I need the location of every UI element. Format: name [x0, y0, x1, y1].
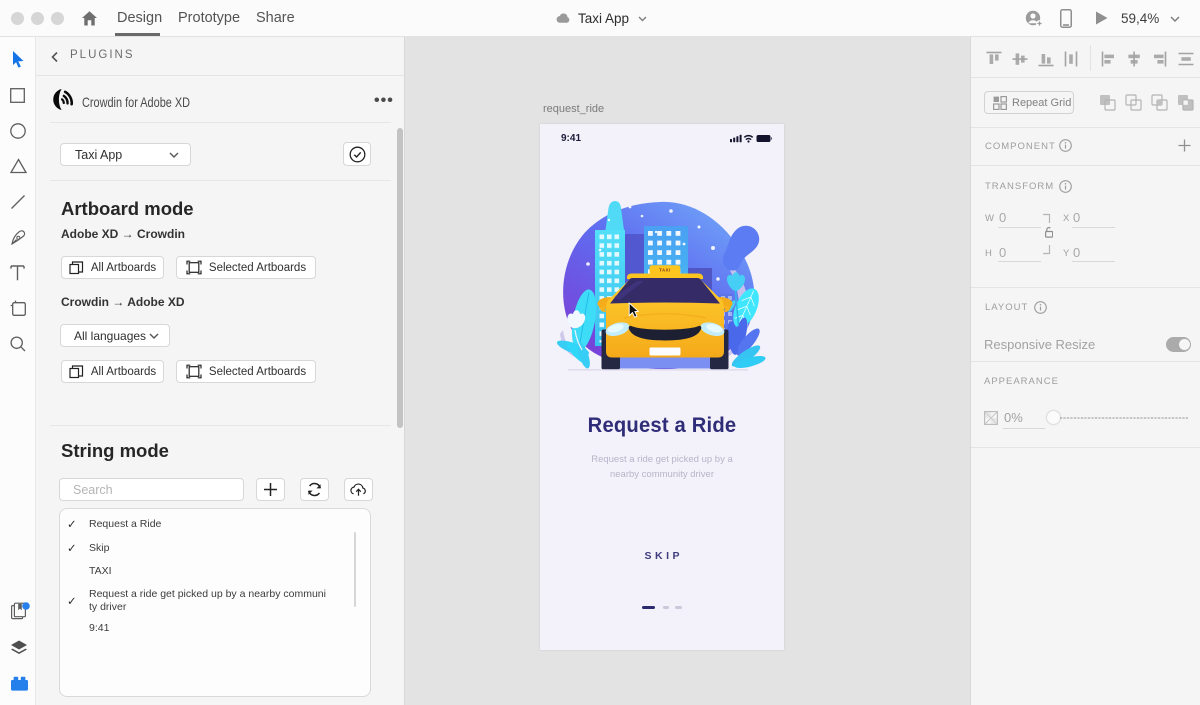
svg-text:TAXI: TAXI — [659, 268, 671, 273]
